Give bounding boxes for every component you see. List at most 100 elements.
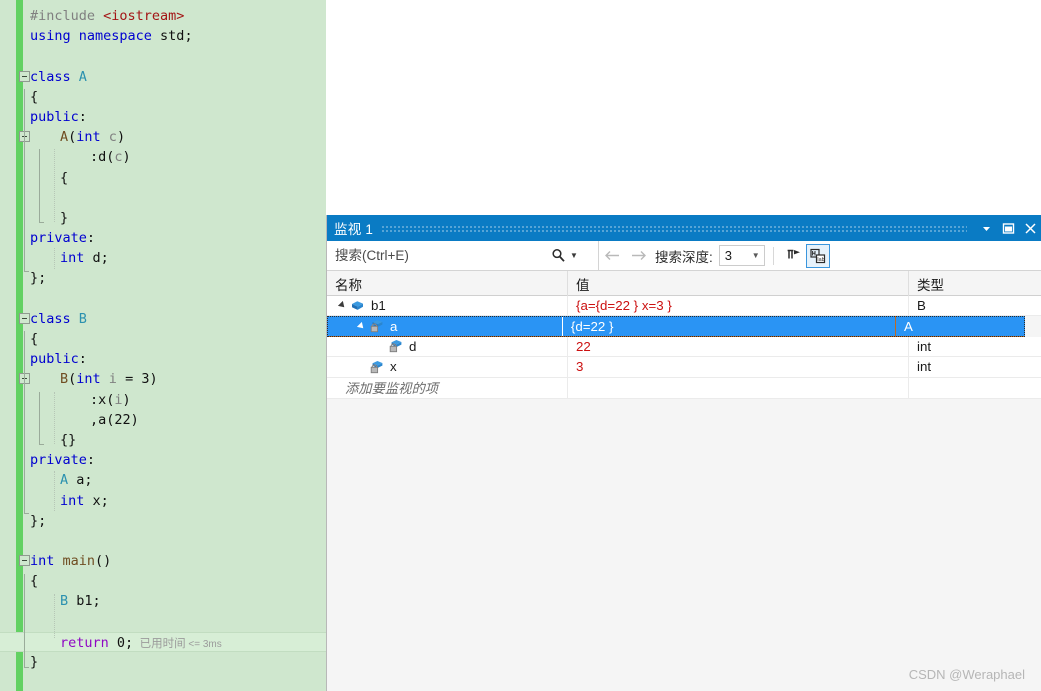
code-line[interactable]: }: [0, 208, 326, 228]
titlebar-drag-grip[interactable]: [381, 224, 967, 232]
code-line-text: int d;: [60, 250, 109, 267]
code-line[interactable]: :d(c): [0, 147, 326, 167]
code-line[interactable]: [0, 289, 326, 309]
code-line-text: public:: [30, 108, 87, 125]
watch-window-title: 监视 1: [334, 222, 374, 237]
code-line[interactable]: };: [0, 268, 326, 288]
column-header-value[interactable]: 值: [568, 271, 909, 296]
watch-row[interactable]: b1 {a={d=22 } x=3 } B: [327, 296, 1041, 317]
code-line-text: ,a(22): [90, 411, 139, 428]
search-box[interactable]: ▼: [327, 240, 599, 271]
hex-display-icon[interactable]: lab: [805, 243, 830, 268]
watch-row-list[interactable]: b1 {a={d=22 } x=3 } Ba {d=22 } Ad 22 int x 3 int: [327, 296, 1041, 378]
code-line[interactable]: {: [0, 329, 326, 349]
fold-collapse-icon[interactable]: [19, 70, 30, 82]
code-line[interactable]: private:: [0, 450, 326, 470]
watch-row-value-cell[interactable]: 22: [568, 336, 909, 357]
code-line[interactable]: B(int i = 3): [0, 369, 326, 389]
code-line[interactable]: private:: [0, 228, 326, 248]
code-line[interactable]: public:: [0, 349, 326, 369]
code-line[interactable]: }: [0, 652, 326, 672]
private-field-icon: [368, 319, 385, 334]
search-depth-combobox[interactable]: 3 ▼: [718, 245, 765, 266]
code-line[interactable]: [0, 46, 326, 66]
code-line-text: using namespace std;: [30, 28, 193, 45]
add-watch-item-placeholder[interactable]: 添加要监视的项: [327, 377, 568, 398]
code-line[interactable]: };: [0, 511, 326, 531]
code-line-text: return 0;: [60, 634, 134, 651]
search-input[interactable]: [333, 247, 548, 264]
code-line[interactable]: {: [0, 168, 326, 188]
watch-window[interactable]: 监视 1 搜索(Ctrl+E) ▼ 搜索深度: 3 ▼ lab 名称 值 类型 …: [326, 215, 1041, 691]
code-line[interactable]: class A: [0, 67, 326, 87]
add-watch-item-row[interactable]: 添加要监视的项: [327, 377, 1041, 399]
code-line-text: class A: [30, 68, 87, 85]
code-line[interactable]: B b1;: [0, 591, 326, 611]
code-line[interactable]: int x;: [0, 491, 326, 511]
search-back-icon[interactable]: [599, 242, 625, 270]
code-text-area[interactable]: #include <iostream> using namespace std; c…: [0, 0, 326, 691]
fold-collapse-icon[interactable]: [19, 312, 30, 324]
code-line[interactable]: using namespace std;: [0, 26, 326, 46]
watch-row-name-cell[interactable]: d: [327, 336, 568, 357]
code-line-text: :x(i): [90, 391, 131, 408]
window-dropdown-icon[interactable]: [975, 216, 997, 240]
watch-row-value-cell[interactable]: {a={d=22 } x=3 }: [568, 296, 909, 316]
column-header-name[interactable]: 名称: [327, 271, 568, 296]
watch-row-value-cell[interactable]: 3: [568, 357, 909, 377]
watch-row-name-cell[interactable]: x: [327, 357, 568, 377]
code-line[interactable]: [0, 531, 326, 551]
watch-row[interactable]: a {d=22 } A: [327, 316, 1025, 337]
code-line[interactable]: int d;: [0, 248, 326, 268]
code-line[interactable]: {}: [0, 430, 326, 450]
add-watch-item-type-cell[interactable]: [909, 378, 1041, 398]
struct-icon: [349, 298, 366, 313]
expand-collapse-triangle-icon[interactable]: [335, 299, 349, 313]
code-line[interactable]: #include <iostream>: [0, 6, 326, 26]
code-line[interactable]: [0, 188, 326, 208]
code-line[interactable]: ,a(22): [0, 410, 326, 430]
code-structure-guide: [39, 391, 40, 445]
magnifier-icon[interactable]: [548, 246, 568, 266]
code-line-text: :d(c): [90, 149, 131, 166]
watch-window-titlebar[interactable]: 监视 1: [327, 215, 1041, 241]
float-window-icon[interactable]: [997, 216, 1019, 240]
search-forward-icon[interactable]: [625, 242, 651, 270]
expand-collapse-triangle-icon[interactable]: [354, 319, 368, 333]
code-editor[interactable]: #include <iostream> using namespace std; c…: [0, 0, 326, 691]
add-watch-item-value-cell[interactable]: [568, 377, 909, 398]
pin-properties-icon[interactable]: [782, 244, 806, 268]
code-line-text: A(int c): [60, 129, 126, 146]
code-line[interactable]: {: [0, 571, 326, 591]
code-line[interactable]: return 0; 已用时间 <= 3ms: [0, 631, 326, 652]
watch-toolbar[interactable]: ▼ 搜索深度: 3 ▼: [327, 240, 1041, 271]
watch-row[interactable]: x 3 int: [327, 357, 1041, 378]
watch-row-type-cell: B: [917, 298, 926, 314]
code-indent-guide: [54, 248, 55, 269]
code-line[interactable]: :x(i): [0, 390, 326, 410]
code-line-text: int main(): [30, 553, 112, 570]
watch-table[interactable]: 名称 值 类型 b1 {a={d=22 } x=3 } Ba {d=22 } Ad 22 i…: [327, 271, 1041, 691]
code-line-text: };: [30, 270, 47, 287]
code-line[interactable]: [0, 612, 326, 632]
watch-row-name-cell[interactable]: a: [327, 316, 563, 336]
code-structure-guide: [24, 331, 25, 513]
search-options-chevron-down-icon[interactable]: ▼: [568, 251, 580, 260]
code-line[interactable]: int main(): [0, 551, 326, 571]
code-line[interactable]: {: [0, 87, 326, 107]
column-header-type[interactable]: 类型: [909, 271, 1041, 296]
watch-row-name: b1: [371, 298, 386, 314]
code-structure-guide: [24, 88, 25, 271]
chevron-down-icon[interactable]: ▼: [748, 251, 764, 260]
fold-collapse-icon[interactable]: [19, 555, 30, 567]
close-icon[interactable]: [1019, 216, 1041, 240]
watch-row[interactable]: d 22 int: [327, 336, 1041, 358]
code-line-text: {: [30, 88, 39, 105]
watch-row-value-cell[interactable]: {d=22 }: [563, 316, 896, 336]
code-line[interactable]: public:: [0, 107, 326, 127]
code-line[interactable]: A(int c): [0, 127, 326, 147]
code-line[interactable]: A a;: [0, 470, 326, 490]
code-line[interactable]: class B: [0, 309, 326, 329]
watch-row-name-cell[interactable]: b1: [327, 296, 568, 316]
